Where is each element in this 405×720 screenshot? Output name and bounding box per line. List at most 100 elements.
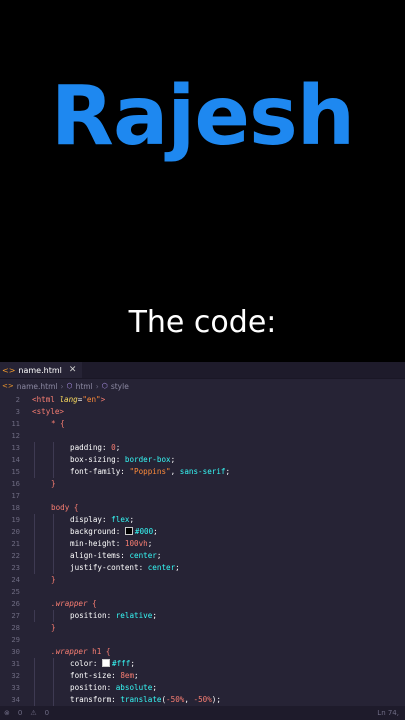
line-number: 15 [11, 467, 20, 476]
code-line[interactable]: 16} [0, 478, 405, 490]
line-number: 16 [11, 479, 20, 488]
code-area[interactable]: 2 <html lang="en"> 3 <style> 11 * {12 13 paddin… [0, 393, 405, 718]
code-line[interactable]: 21 min-height: 100vh; [0, 538, 405, 550]
code-text: transform: translate(-50%, -50%); [70, 695, 221, 704]
line-number: 30 [11, 647, 20, 656]
code-line[interactable]: 15 font-family: "Poppins", sans-serif; [0, 466, 405, 478]
code-line[interactable]: 18 body { [0, 502, 405, 514]
warning-icon[interactable]: ⚠ [30, 709, 36, 717]
line-number: 19 [11, 515, 20, 524]
cursor-position[interactable]: Ln 74, [377, 709, 399, 717]
preview-area: Rajesh The code: [0, 0, 405, 362]
line-number: 22 [11, 551, 20, 560]
line-number: 34 [11, 695, 20, 704]
code-line[interactable]: 24} [0, 574, 405, 586]
code-text: position: absolute; [70, 683, 157, 692]
status-bar: ⊗ 0 ⚠ 0 Ln 74, [0, 706, 405, 720]
code-line[interactable]: 30 .wrapper h1 { [0, 646, 405, 658]
code-text: .wrapper h1 { [51, 647, 111, 656]
line-number: 28 [11, 623, 20, 632]
code-editor: <> name.html ✕ <> name.html › ⬡ html › ⬡… [0, 362, 405, 720]
indent-guide [53, 610, 54, 622]
code-line[interactable]: 26 .wrapper { [0, 598, 405, 610]
code-line[interactable]: 14 box-sizing: border-box; [0, 454, 405, 466]
indent-guide [34, 514, 35, 526]
code-text: } [51, 575, 56, 584]
breadcrumb-html[interactable]: html [76, 382, 93, 391]
code-line[interactable]: 3 <style> [0, 406, 405, 418]
code-line[interactable]: 2 <html lang="en"> [0, 394, 405, 406]
code-line[interactable]: 13 padding: 0; [0, 442, 405, 454]
element-symbol-icon: ⬡ [101, 382, 108, 390]
line-number: 14 [11, 455, 20, 464]
line-number: 12 [11, 431, 20, 440]
breadcrumb-style[interactable]: style [111, 382, 129, 391]
code-text: box-sizing: border-box; [70, 455, 176, 464]
code-text: padding: 0; [70, 443, 121, 452]
line-number: 21 [11, 539, 20, 548]
indent-guide [53, 670, 54, 682]
code-line[interactable]: 31 color: #fff; [0, 658, 405, 670]
code-line[interactable]: 25 [0, 586, 405, 598]
code-line[interactable]: 27 position: relative; [0, 610, 405, 622]
indent-guide [34, 670, 35, 682]
code-text: <style> [32, 407, 65, 416]
error-count[interactable]: 0 [18, 709, 22, 717]
warning-count[interactable]: 0 [45, 709, 49, 717]
line-number: 13 [11, 443, 20, 452]
rendered-name-heading: Rajesh [50, 69, 355, 164]
code-line[interactable]: 33 position: absolute; [0, 682, 405, 694]
code-line[interactable]: 12 [0, 430, 405, 442]
indent-guide [53, 514, 54, 526]
code-line[interactable]: 20 background: #000; [0, 526, 405, 538]
indent-guide [34, 454, 35, 466]
code-line[interactable]: 11 * { [0, 418, 405, 430]
element-symbol-icon: ⬡ [66, 382, 73, 390]
indent-guide [53, 562, 54, 574]
code-text: align-items: center; [70, 551, 162, 560]
indent-guide [34, 538, 35, 550]
code-text: } [51, 479, 56, 488]
line-number: 23 [11, 563, 20, 572]
close-icon[interactable]: ✕ [69, 365, 77, 375]
line-number: 18 [11, 503, 20, 512]
error-icon[interactable]: ⊗ [4, 709, 10, 717]
html-file-icon: <> [2, 365, 16, 375]
code-text: font-size: 8em; [70, 671, 139, 680]
indent-guide [34, 466, 35, 478]
breadcrumb: <> name.html › ⬡ html › ⬡ style [0, 379, 405, 393]
line-number: 32 [11, 671, 20, 680]
code-text: background: #000; [70, 527, 158, 536]
code-line[interactable]: 32 font-size: 8em; [0, 670, 405, 682]
code-line[interactable]: 29 [0, 634, 405, 646]
line-number: 27 [11, 611, 20, 620]
code-text: body { [51, 503, 79, 512]
line-number: 29 [11, 635, 20, 644]
line-number: 3 [15, 407, 20, 416]
code-line[interactable]: 22 align-items: center; [0, 550, 405, 562]
line-number: 17 [11, 491, 20, 500]
indent-guide [34, 682, 35, 694]
indent-guide [34, 550, 35, 562]
breadcrumb-file[interactable]: name.html [17, 382, 58, 391]
indent-guide [34, 658, 35, 670]
indent-guide [34, 610, 35, 622]
code-text: position: relative; [70, 611, 157, 620]
indent-guide [53, 454, 54, 466]
code-text: <html lang="en"> [32, 395, 106, 404]
code-text: } [51, 623, 56, 632]
code-line[interactable]: 28} [0, 622, 405, 634]
line-number: 20 [11, 527, 20, 536]
line-number: 2 [15, 395, 20, 404]
code-line[interactable]: 23 justify-content: center; [0, 562, 405, 574]
indent-guide [34, 694, 35, 706]
code-text: min-height: 100vh; [70, 539, 153, 548]
code-caption: The code: [128, 305, 277, 340]
code-line[interactable]: 17 [0, 490, 405, 502]
code-line[interactable]: 34 transform: translate(-50%, -50%); [0, 694, 405, 706]
indent-guide [53, 466, 54, 478]
code-line[interactable]: 19 display: flex; [0, 514, 405, 526]
code-text: * { [51, 419, 65, 428]
tab-name-html[interactable]: <> name.html ✕ [0, 362, 83, 378]
indent-guide [53, 682, 54, 694]
